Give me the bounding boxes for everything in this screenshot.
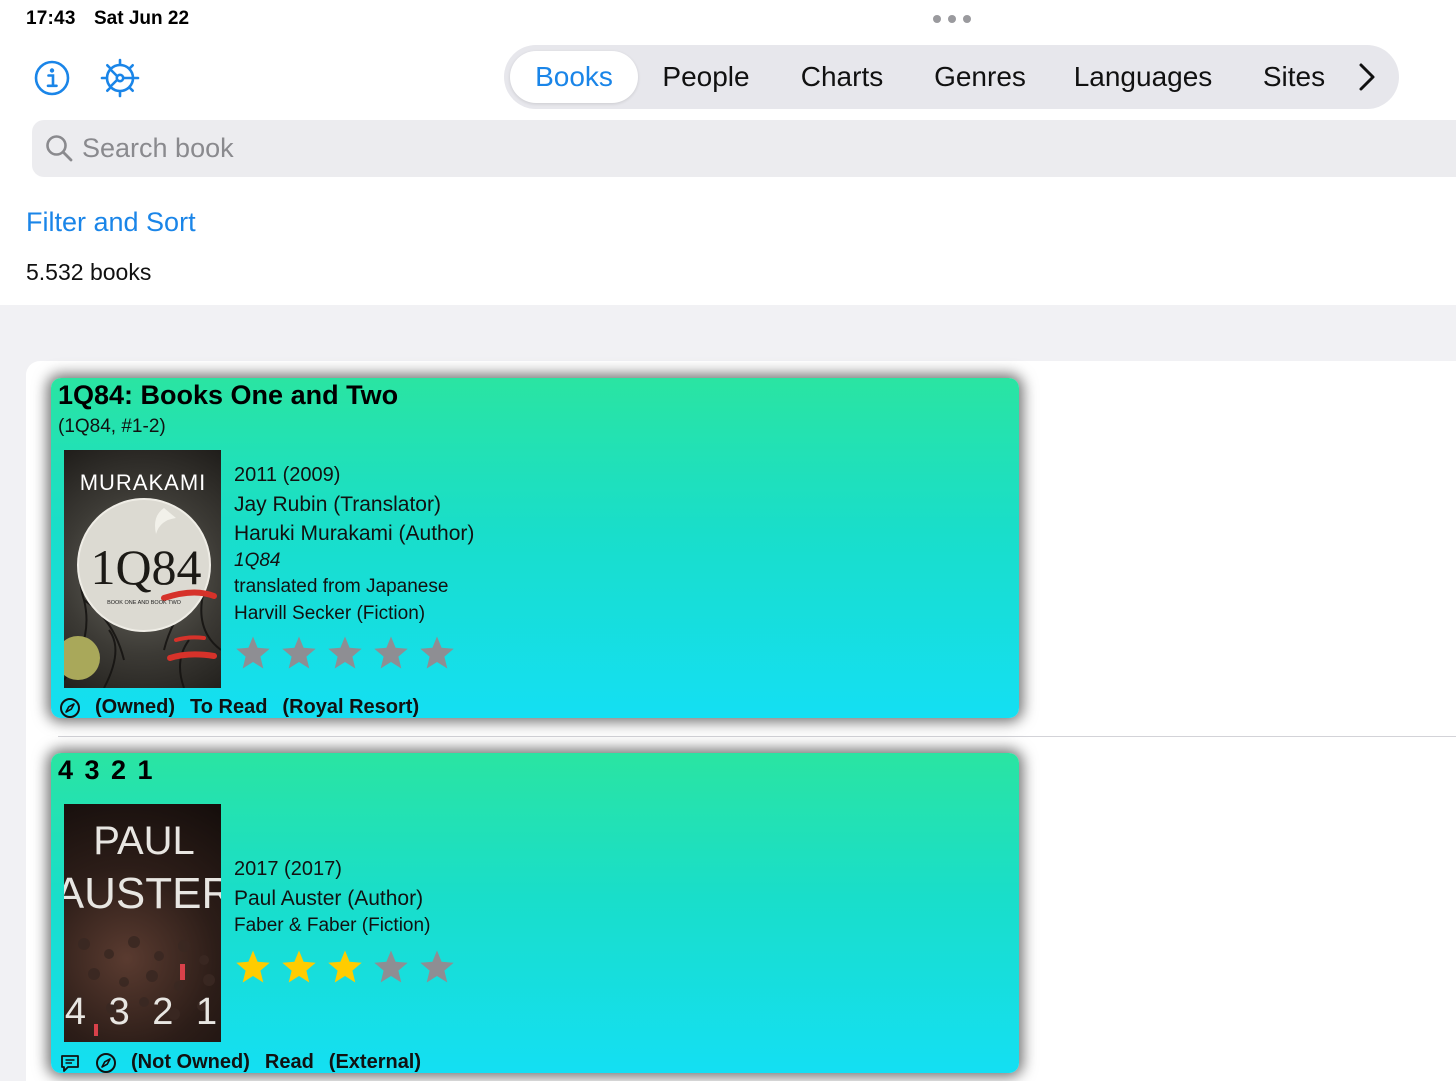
ownership-status: (Owned) (95, 696, 175, 718)
status-date: Sat Jun 22 (94, 8, 190, 29)
star-icon[interactable] (418, 948, 456, 986)
star-icon[interactable] (372, 948, 410, 986)
cover-subtitle: BOOK ONE AND BOOK TWO (107, 600, 182, 606)
cover-title: 4 3 2 1 (65, 991, 221, 1033)
cover-title: 1Q84 (90, 539, 201, 595)
book-footer: (Not Owned) Read (External) (59, 1051, 436, 1074)
cover-author-last: AUSTER (64, 869, 221, 918)
status-time: 17:43 (26, 8, 76, 29)
book-person: Paul Auster (Author) (234, 887, 424, 910)
book-footer: (Owned) To Read (Royal Resort) (59, 696, 434, 719)
chevron-right-icon[interactable] (1349, 59, 1385, 95)
book-title: 1Q84: Books One and Two (58, 380, 399, 410)
book-title: 4 3 2 1 (58, 755, 155, 785)
book-location: (Royal Resort) (282, 696, 420, 718)
tab-charts[interactable]: Charts (784, 51, 900, 103)
cover-art: MURAKAMI 1Q84 BOOK ONE AND BOOK TWO (64, 470, 221, 688)
book-location: (External) (328, 1051, 422, 1073)
star-icon[interactable] (234, 948, 272, 986)
book-year: 2017 (2017) (234, 858, 342, 880)
comment-icon (61, 1054, 79, 1072)
star-rating[interactable] (234, 634, 456, 672)
book-translation-note: translated from Japanese (234, 576, 449, 597)
info-icon (34, 60, 70, 96)
search-icon (46, 135, 73, 162)
cover-author-first: PAUL (93, 819, 195, 863)
filter-and-sort-link[interactable]: Filter and Sort (26, 207, 196, 238)
book-year: 2011 (2009) (234, 464, 341, 486)
settings-button[interactable] (100, 58, 140, 98)
read-status: Read (264, 1051, 314, 1073)
star-icon[interactable] (418, 634, 456, 672)
read-status: To Read (190, 696, 268, 718)
book-card-1q84[interactable]: 1Q84: Books One and Two (1Q84, #1-2) MUR… (51, 378, 1019, 718)
book-count: 5.532 books (26, 259, 152, 285)
star-icon[interactable] (234, 634, 272, 672)
star-icon[interactable] (280, 634, 318, 672)
star-icon[interactable] (280, 948, 318, 986)
book-details: 2011 (2009) Jay Rubin (Translator) Haruk… (234, 464, 474, 629)
book-card-4321[interactable]: 4 3 2 1 PAUL AUSTER 4 3 2 1 2017 (2017) … (51, 753, 1019, 1073)
tab-languages[interactable]: Languages (1061, 51, 1225, 103)
tab-sites[interactable]: Sites (1246, 51, 1342, 103)
star-icon[interactable] (326, 634, 364, 672)
book-person: Haruki Murakami (Author) (234, 522, 475, 545)
tab-genres[interactable]: Genres (920, 51, 1040, 103)
compass-icon (96, 1052, 116, 1073)
star-icon[interactable] (372, 634, 410, 672)
book-original-title: 1Q84 (234, 550, 281, 571)
cover-art: PAUL AUSTER 4 3 2 1 (64, 819, 221, 1036)
tab-books[interactable]: Books (510, 51, 638, 103)
book-cover: PAUL AUSTER 4 3 2 1 (64, 804, 221, 1042)
row-divider (58, 736, 1456, 737)
compass-icon (60, 697, 80, 718)
star-icon[interactable] (326, 948, 364, 986)
book-publisher: Faber & Faber (Fiction) (234, 915, 431, 936)
gear-icon (100, 58, 140, 98)
tab-people[interactable]: People (650, 51, 762, 103)
search-bar (32, 120, 1456, 177)
search-input[interactable] (82, 120, 982, 177)
book-cover: MURAKAMI 1Q84 BOOK ONE AND BOOK TWO (64, 450, 221, 688)
book-series: (1Q84, #1-2) (58, 416, 166, 437)
cover-author: MURAKAMI (80, 470, 207, 495)
section-tabs: Books People Charts Genres Languages Sit… (504, 45, 1399, 109)
ownership-status: (Not Owned) (131, 1051, 250, 1073)
star-rating[interactable] (234, 948, 456, 986)
book-publisher: Harvill Secker (Fiction) (234, 603, 426, 624)
info-button[interactable] (32, 58, 72, 98)
book-details: 2017 (2017) Paul Auster (Author) Faber &… (234, 858, 430, 941)
book-person: Jay Rubin (Translator) (234, 493, 441, 516)
more-dots-icon[interactable] (933, 15, 971, 23)
